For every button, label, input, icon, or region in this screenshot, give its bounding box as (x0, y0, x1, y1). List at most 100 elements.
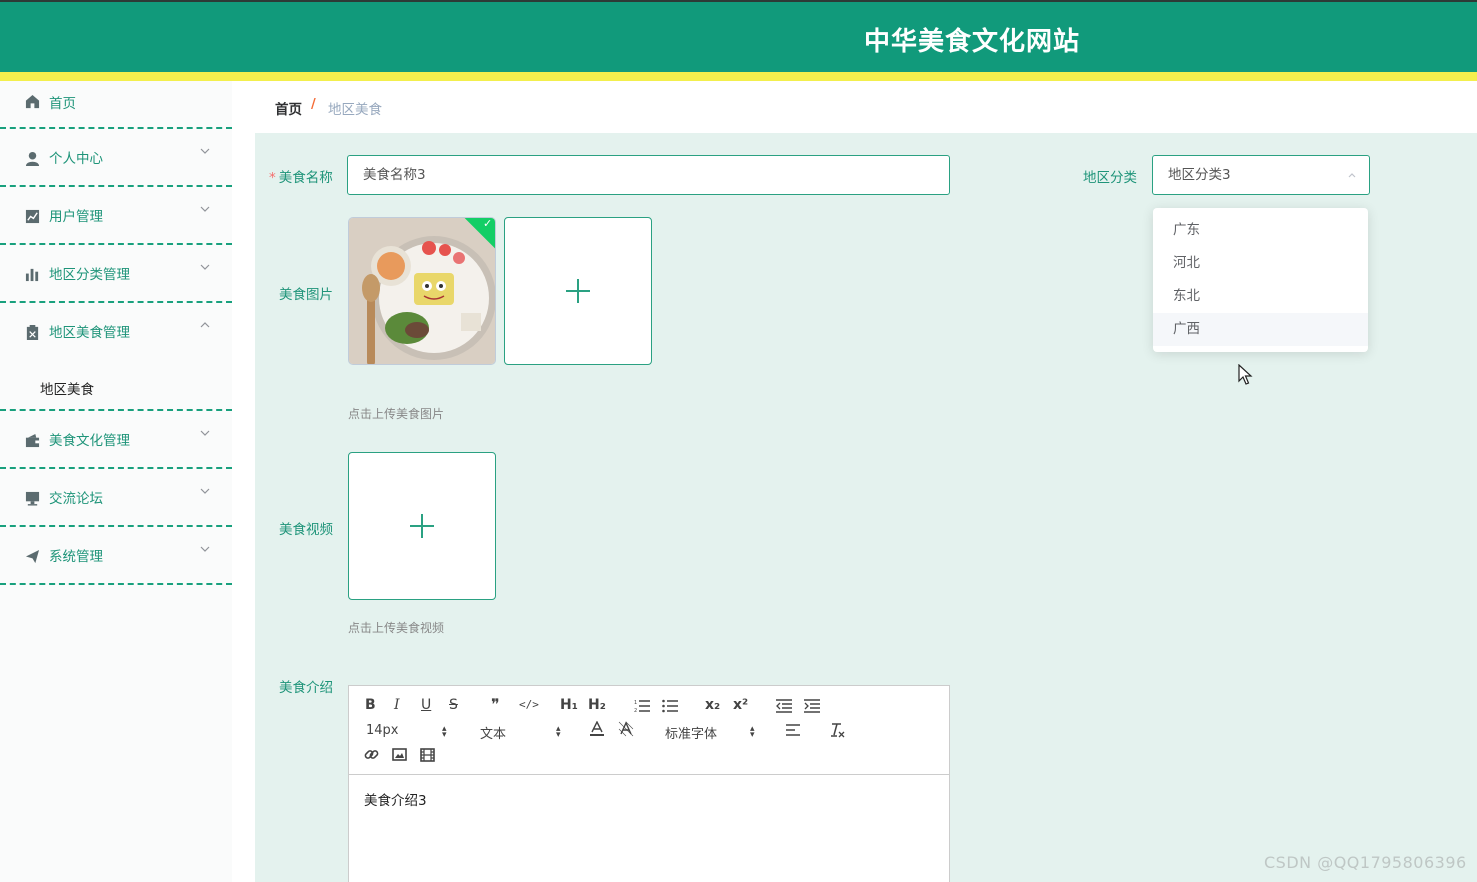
dropdown-option[interactable]: 广东 (1153, 214, 1368, 247)
video-upload-tip: 点击上传美食视频 (348, 621, 445, 635)
superscript-button[interactable]: x² (733, 697, 748, 713)
sidebar-item-region-food[interactable]: 地区美食管理 (0, 303, 232, 361)
sidebar-item-food-culture[interactable]: 美食文化管理 (0, 411, 232, 469)
header-accent-bar (0, 72, 1477, 81)
editor-content[interactable]: 美食介绍3 (364, 789, 427, 809)
image-upload-tip: 点击上传美食图片 (348, 407, 445, 421)
send-icon (25, 549, 40, 564)
sidebar-item-label: 地区美食管理 (49, 325, 130, 341)
chevron-down-icon (200, 430, 210, 436)
svg-text:2: 2 (634, 708, 637, 713)
link-icon[interactable] (364, 747, 379, 762)
breadcrumb-home[interactable]: 首页 (275, 98, 302, 118)
select-arrows-icon: ▾ (750, 730, 755, 740)
align-icon[interactable] (786, 723, 802, 737)
font-size-select[interactable]: 14px ▴ ▾ (366, 723, 456, 740)
category-dropdown: 广东 河北 东北 广西 (1153, 208, 1368, 352)
check-icon: ✓ (483, 217, 493, 230)
plus-icon (410, 514, 434, 538)
code-block-button[interactable]: </> (519, 698, 539, 711)
category-label: 地区分类 (1083, 170, 1137, 186)
font-family-select[interactable]: 标准字体 ▴ ▾ (665, 723, 761, 742)
chevron-up-icon (1348, 173, 1356, 178)
monitor-icon (25, 491, 40, 506)
rich-text-editor: B I U S ❞ </> H₁ H₂ 12 x₂ x² 14px ▴ ▾ 文本 … (348, 685, 950, 882)
indent-icon[interactable] (804, 699, 820, 713)
sidebar-subitem-label: 地区美食 (40, 382, 94, 398)
uploaded-food-image[interactable]: ✓ (348, 217, 496, 365)
wallet-icon (25, 433, 40, 448)
sidebar-item-system[interactable]: 系统管理 (0, 527, 232, 585)
food-name-input[interactable]: 美食名称3 (347, 155, 950, 195)
svg-text:1: 1 (634, 700, 637, 706)
subscript-button[interactable]: x₂ (705, 697, 720, 713)
chevron-down-icon (200, 546, 210, 552)
h2-button[interactable]: H₂ (588, 697, 606, 713)
video-icon[interactable] (420, 748, 435, 762)
h1-button[interactable]: H₁ (560, 697, 578, 713)
underline-button[interactable]: U (421, 697, 431, 713)
sidebar: 首页 个人中心 用户管理 地区分类管理 地区美食管理 地区美食 美食文化管理 交… (0, 81, 232, 882)
food-intro-label: 美食介绍 (279, 680, 333, 696)
bar-chart-icon (25, 268, 39, 282)
mouse-cursor-icon (1238, 364, 1253, 385)
food-image-label: 美食图片 (279, 287, 333, 303)
breadcrumb-separator: / (311, 97, 316, 112)
header-value: 文本 (480, 727, 507, 742)
watermark: CSDN @QQ1795806396 (1264, 853, 1467, 872)
header-select[interactable]: 文本 ▴ ▾ (480, 723, 570, 742)
sidebar-item-label: 首页 (49, 96, 76, 112)
image-icon[interactable] (392, 748, 407, 761)
sidebar-item-forum[interactable]: 交流论坛 (0, 469, 232, 527)
sidebar-item-label: 交流论坛 (49, 491, 103, 507)
sidebar-item-label: 用户管理 (49, 209, 103, 225)
home-icon (25, 94, 40, 109)
strike-button[interactable]: S (449, 697, 458, 713)
italic-button[interactable]: I (394, 697, 400, 713)
chevron-down-icon (200, 148, 210, 154)
sidebar-subitem-region-food[interactable]: 地区美食 (0, 363, 232, 411)
breadcrumb-current: 地区美食 (328, 102, 382, 118)
top-header: 中华美食文化网站 (0, 0, 1477, 72)
food-name-label: * 美食名称 (269, 166, 333, 186)
chevron-down-icon (200, 488, 210, 494)
chevron-up-icon (200, 322, 210, 328)
select-arrows-icon: ▾ (556, 730, 561, 740)
editor-toolbar: B I U S ❞ </> H₁ H₂ 12 x₂ x² 14px ▴ ▾ 文本 … (349, 686, 949, 775)
bold-button[interactable]: B (365, 697, 376, 713)
bullet-list-icon[interactable] (662, 699, 678, 713)
user-icon (25, 151, 40, 166)
font-family-value: 标准字体 (665, 727, 718, 742)
sidebar-item-personal[interactable]: 个人中心 (0, 129, 232, 187)
outdent-icon[interactable] (776, 699, 792, 713)
food-video-label: 美食视频 (279, 522, 333, 538)
ordered-list-icon[interactable]: 12 (634, 699, 650, 713)
sidebar-item-label: 美食文化管理 (49, 433, 130, 449)
select-arrows-icon: ▾ (442, 730, 447, 740)
chevron-down-icon (200, 264, 210, 270)
sidebar-item-label: 地区分类管理 (49, 267, 130, 283)
video-upload-button[interactable] (348, 452, 496, 600)
sidebar-item-home[interactable]: 首页 (0, 81, 232, 129)
sidebar-item-label: 系统管理 (49, 549, 103, 565)
breadcrumb: 首页 / 地区美食 (255, 81, 1477, 133)
clear-format-icon[interactable] (829, 722, 845, 738)
sidebar-item-region-category[interactable]: 地区分类管理 (0, 245, 232, 303)
sidebar-item-users[interactable]: 用户管理 (0, 187, 232, 245)
plus-icon (566, 279, 590, 303)
sidebar-item-label: 个人中心 (49, 151, 103, 167)
site-title: 中华美食文化网站 (864, 27, 1081, 57)
font-color-icon[interactable] (590, 721, 604, 737)
image-upload-button[interactable] (504, 217, 652, 365)
required-mark: * (269, 170, 276, 186)
category-select[interactable]: 地区分类3 (1152, 155, 1370, 195)
chevron-down-icon (200, 206, 210, 212)
food-photo (349, 218, 495, 364)
dropdown-option[interactable]: 广西 (1153, 313, 1368, 346)
blockquote-button[interactable]: ❞ (491, 695, 500, 714)
food-name-label-text: 美食名称 (278, 170, 333, 186)
background-color-icon[interactable] (618, 721, 634, 737)
dropdown-option[interactable]: 河北 (1153, 247, 1368, 280)
font-size-value: 14px (366, 723, 399, 738)
dropdown-option[interactable]: 东北 (1153, 280, 1368, 313)
